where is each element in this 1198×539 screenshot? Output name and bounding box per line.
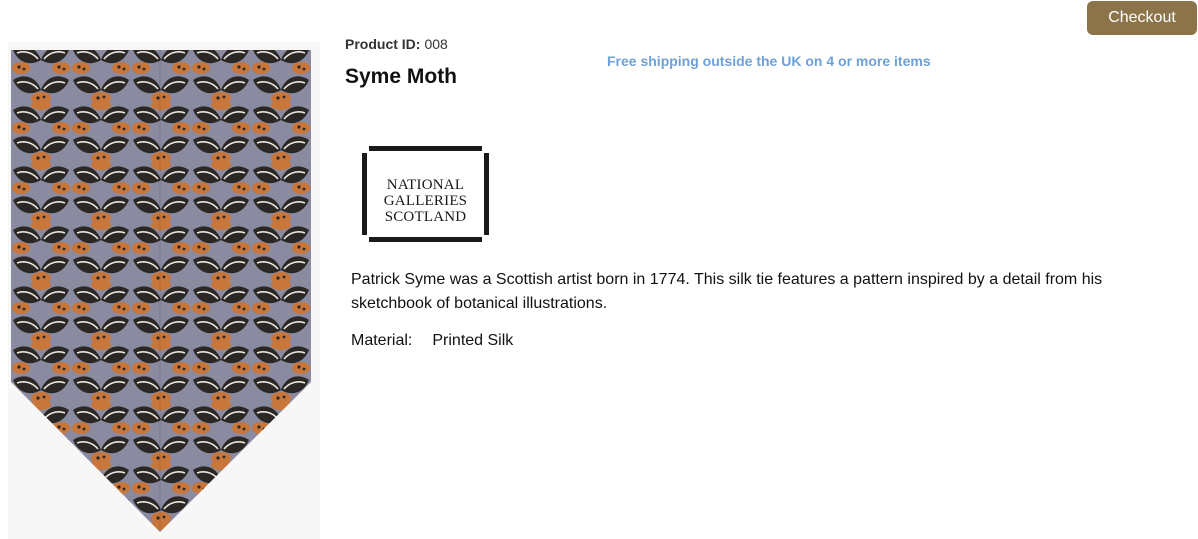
logo-line-1: NATIONAL [386, 177, 465, 193]
product-title: Syme Moth [345, 65, 458, 88]
product-image [8, 42, 320, 539]
product-id: Product ID: 008 [345, 36, 448, 52]
product-id-label: Product ID: [345, 36, 421, 52]
material-label: Material: [351, 332, 413, 349]
material-value: Printed Silk [432, 332, 514, 349]
national-galleries-scotland-logo: NATIONAL GALLERIES SCOTLAND [362, 146, 489, 242]
product-description: Patrick Syme was a Scottish artist born … [351, 271, 1103, 312]
checkout-button[interactable]: Checkout [1087, 1, 1197, 35]
logo-line-2: GALLERIES [383, 193, 468, 209]
logo-wordmark: NATIONAL GALLERIES SCOTLAND [362, 177, 489, 225]
material-row: Material: Printed Silk [351, 330, 513, 352]
logo-corner [362, 146, 369, 153]
logo-corner [482, 146, 489, 153]
logo-line-3: SCOTLAND [384, 209, 467, 225]
logo-corner [482, 235, 489, 242]
shipping-notice: Free shipping outside the UK on 4 or mor… [607, 53, 931, 69]
tie-image [11, 50, 311, 532]
product-id-value: 008 [424, 36, 448, 52]
logo-corner [362, 235, 369, 242]
